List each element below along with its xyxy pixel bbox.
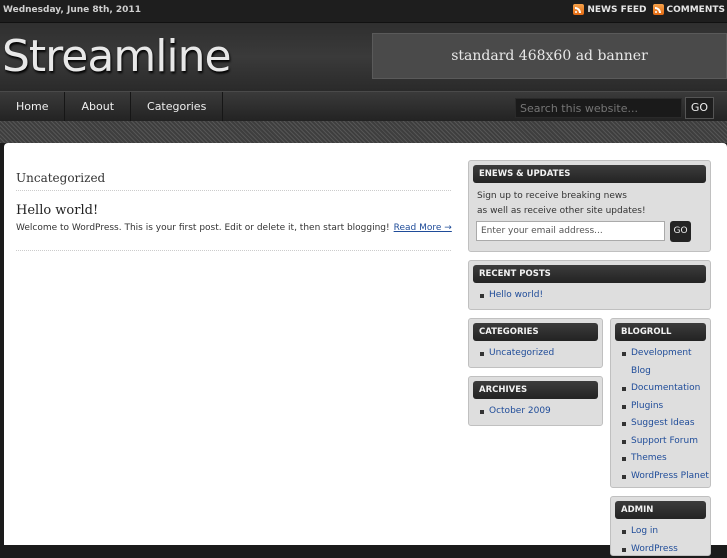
feed-links: NEWS FEED COMMENTS [573, 4, 725, 15]
top-bar: Wednesday, June 8th, 2011 NEWS FEED COMM… [0, 0, 727, 23]
content-area: Uncategorized Hello world! Welcome to Wo… [4, 143, 727, 545]
post-excerpt: Welcome to WordPress. This is your first… [16, 223, 452, 233]
search-input[interactable] [515, 98, 682, 118]
nav-item-home[interactable]: Home [0, 92, 65, 122]
header-stripe [0, 121, 727, 143]
ad-banner[interactable]: standard 468x60 ad banner [372, 33, 727, 79]
main-navigation: Home About Categories GO [0, 91, 727, 122]
enews-description: Sign up to receive breaking news as well… [477, 189, 646, 219]
blogroll-link[interactable]: Suggest Ideas [617, 415, 709, 433]
category-title: Uncategorized [16, 171, 105, 185]
blogroll-link[interactable]: Documentation [617, 380, 709, 398]
search-go-button[interactable]: GO [685, 97, 714, 119]
widget-title: BLOGROLL [615, 323, 706, 341]
category-link[interactable]: Uncategorized [475, 345, 554, 363]
blogroll-link[interactable]: Support Forum [617, 433, 709, 451]
nav-item-categories[interactable]: Categories [131, 92, 223, 122]
blogroll-widget: BLOGROLL Development Blog Documentation … [610, 318, 711, 488]
rss-icon [573, 4, 584, 15]
admin-link-wordpress[interactable]: WordPress [617, 541, 678, 558]
archives-widget: ARCHIVES October 2009 [468, 376, 603, 426]
widget-title: RECENT POSTS [473, 265, 706, 283]
recent-post-link[interactable]: Hello world! [475, 287, 543, 305]
read-more-link[interactable]: Read More → [394, 223, 452, 233]
admin-widget: ADMIN Log in WordPress [610, 496, 711, 556]
divider [16, 250, 451, 251]
widget-title: ADMIN [615, 501, 706, 519]
email-field[interactable]: Enter your email address... [476, 221, 665, 241]
rss-icon [653, 4, 664, 15]
comments-feed-link[interactable]: COMMENTS [653, 4, 725, 15]
site-header: Streamline standard 468x60 ad banner [0, 23, 727, 91]
nav-item-about[interactable]: About [65, 92, 131, 122]
archive-link[interactable]: October 2009 [475, 403, 551, 421]
site-logo[interactable]: Streamline [2, 31, 231, 82]
blogroll-link[interactable]: Development Blog [617, 345, 709, 380]
divider [16, 190, 451, 191]
widget-title: ENEWS & UPDATES [473, 165, 706, 183]
categories-widget: CATEGORIES Uncategorized [468, 318, 603, 368]
blogroll-link[interactable]: Plugins [617, 398, 709, 416]
subscribe-go-button[interactable]: GO [670, 221, 691, 242]
news-feed-link[interactable]: NEWS FEED [573, 4, 646, 15]
blogroll-link[interactable]: Themes [617, 450, 709, 468]
blogroll-link[interactable]: WordPress Planet [617, 468, 709, 486]
widget-title: CATEGORIES [473, 323, 598, 341]
widget-title: ARCHIVES [473, 381, 598, 399]
post-title[interactable]: Hello world! [16, 203, 98, 218]
admin-link-login[interactable]: Log in [617, 523, 678, 541]
enews-widget: ENEWS & UPDATES Sign up to receive break… [468, 160, 711, 252]
current-date: Wednesday, June 8th, 2011 [3, 5, 141, 15]
recent-posts-widget: RECENT POSTS Hello world! [468, 260, 711, 310]
